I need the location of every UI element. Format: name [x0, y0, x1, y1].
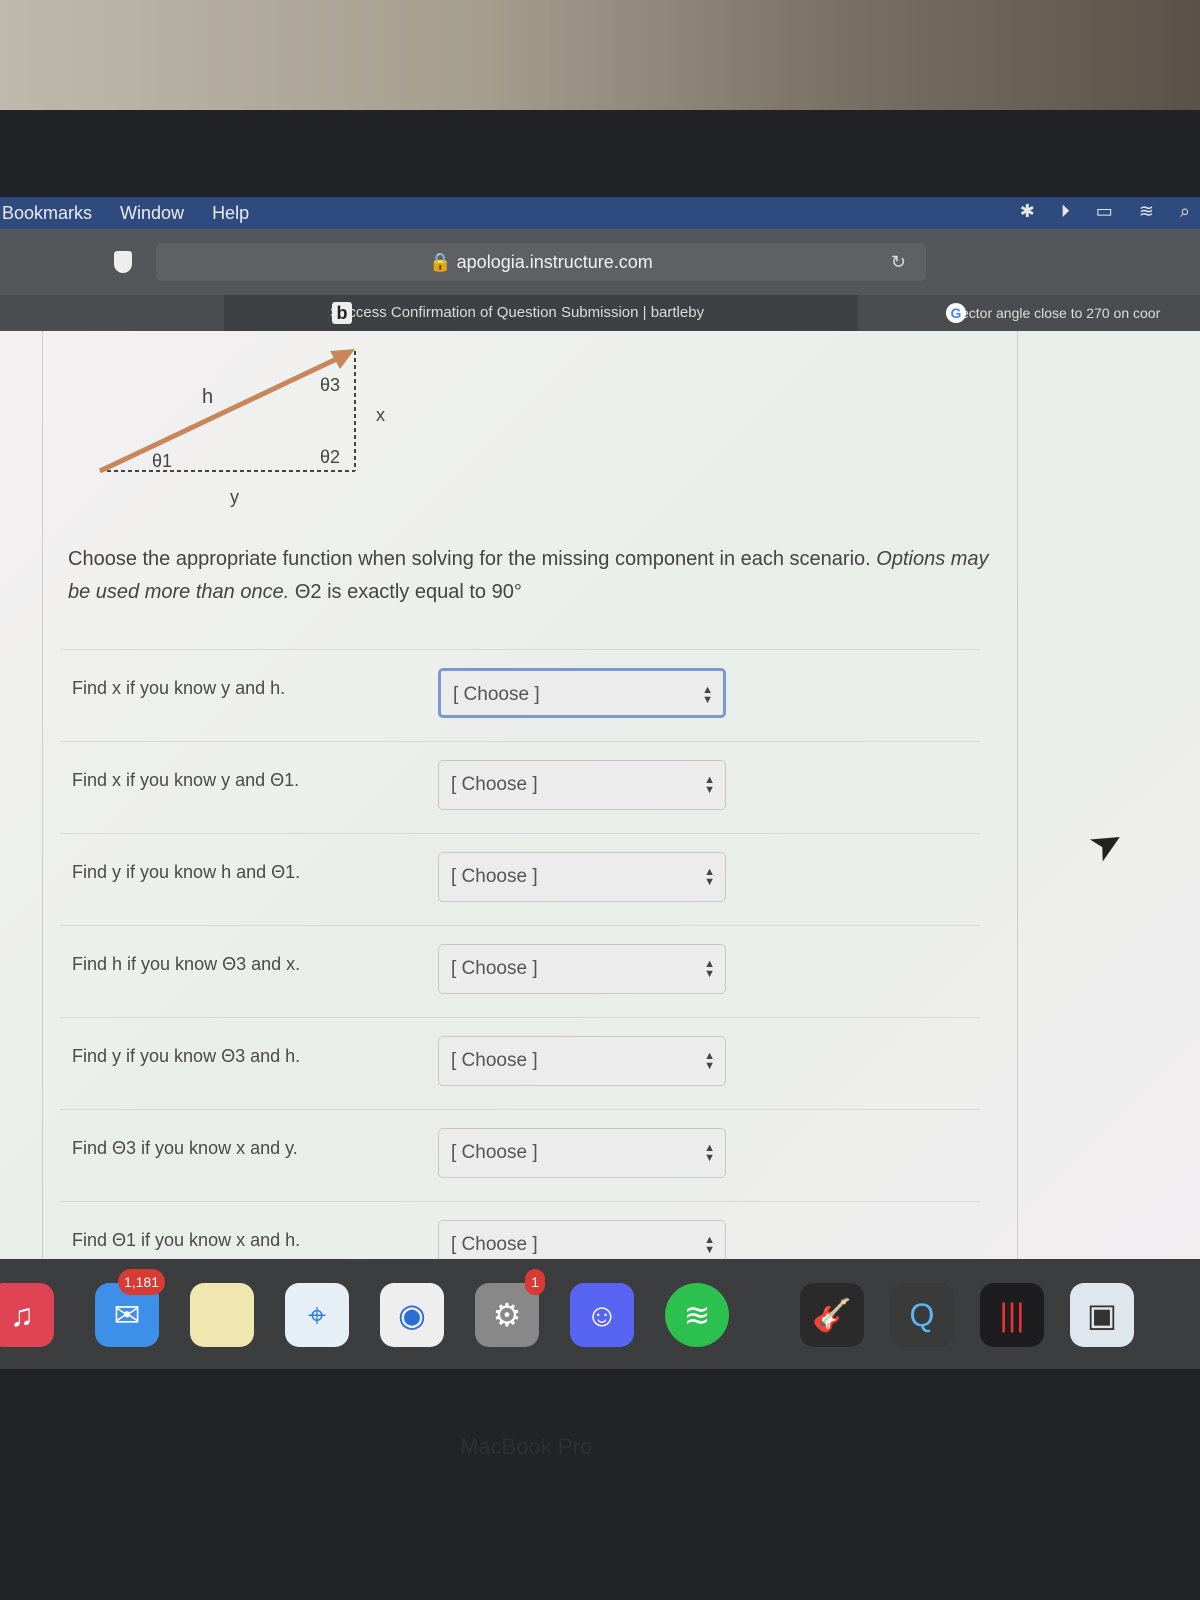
row-label: Find h if you know Θ3 and x. — [72, 954, 301, 974]
question-row: Find y if you know Θ3 and h. [ Choose ] ▲ ▼ — [60, 1017, 980, 1109]
select-value: [ Choose ] — [451, 958, 538, 979]
battery-icon[interactable]: ▭ — [1096, 201, 1113, 222]
select-arrows-icon: ▲ ▼ — [702, 684, 713, 706]
notes-app-icon[interactable] — [190, 1283, 254, 1347]
question-row: Find x if you know y and Θ1. [ Choose ] ▲ ▼ — [60, 741, 980, 833]
select-value: [ Choose ] — [451, 1142, 538, 1163]
mouse-pointer-icon: ➤ — [1081, 816, 1133, 872]
select-value: [ Choose ] — [451, 1234, 538, 1255]
label-x: x — [376, 405, 385, 425]
row-label: Find x if you know y and Θ1. — [72, 770, 300, 790]
label-y: y — [230, 487, 239, 507]
safari-app-icon[interactable]: ⌖ — [285, 1283, 349, 1347]
menu-help[interactable]: Help — [212, 203, 249, 224]
question-row: Find Θ3 if you know x and y. [ Choose ] ▲ ▼ — [60, 1109, 980, 1201]
label-theta1: θ1 — [152, 451, 172, 471]
mail-app-icon[interactable]: ✉ 1,181 — [95, 1269, 165, 1347]
reload-icon[interactable]: ↻ — [891, 243, 906, 281]
row-label: Find Θ1 if you know x and h. — [72, 1230, 301, 1250]
h-vector — [98, 352, 347, 474]
select-arrows-icon: ▲ ▼ — [704, 1142, 715, 1164]
select-value: [ Choose ] — [451, 774, 538, 795]
preview-app-icon[interactable]: ▣ — [1070, 1283, 1134, 1347]
menu-bookmarks[interactable]: Bookmarks — [2, 203, 92, 224]
url-text: apologia.instructure.com — [456, 252, 653, 272]
wifi-icon[interactable]: ≋ — [1139, 201, 1154, 222]
select-value: [ Choose ] — [451, 866, 538, 887]
question-row: Find h if you know Θ3 and x. [ Choose ] ▲ ▼ — [60, 925, 980, 1017]
divider — [1017, 331, 1018, 1259]
answer-select[interactable]: [ Choose ] ▲ ▼ — [438, 668, 726, 718]
tab-bar: Success Confirmation of Question Submiss… — [0, 295, 1200, 331]
address-bar[interactable]: 🔒 apologia.instructure.com ↻ — [156, 243, 926, 281]
shield-icon[interactable] — [114, 251, 132, 273]
answer-select[interactable]: [ Choose ] ▲ ▼ — [438, 1128, 726, 1178]
quicktime-app-icon[interactable]: Q — [890, 1283, 954, 1347]
discord-app-icon[interactable]: ☺ — [570, 1283, 634, 1347]
select-arrows-icon: ▲ ▼ — [704, 1234, 715, 1256]
select-arrows-icon: ▲ ▼ — [704, 774, 715, 796]
menu-bar: Bookmarks Window Help ✱ ⏵ ▭ ≋ ⌕ — [0, 197, 1200, 229]
select-arrows-icon: ▲ ▼ — [704, 1050, 715, 1072]
background-photo — [0, 0, 1200, 110]
google-icon: G — [946, 303, 966, 323]
row-label: Find x if you know y and h. — [72, 678, 286, 698]
answer-select[interactable]: [ Choose ] ▲ ▼ — [438, 944, 726, 994]
voice-memos-app-icon[interactable]: ||| — [980, 1283, 1044, 1347]
laptop-bezel: MacBook Pro — [0, 1369, 1200, 1600]
browser-toolbar: 🔒 apologia.instructure.com ↻ — [0, 229, 1200, 295]
dock: ♫ ✉ 1,181 ⌖ ◉ ⚙ 1 ☺ ≋ 🎸 Q ||| ▣ — [0, 1259, 1200, 1369]
select-value: [ Choose ] — [451, 1050, 538, 1071]
answer-select[interactable]: [ Choose ] ▲ ▼ — [438, 852, 726, 902]
answer-select[interactable]: [ Choose ] ▲ ▼ — [438, 760, 726, 810]
screen-bezel — [0, 110, 1200, 198]
select-arrows-icon: ▲ ▼ — [704, 866, 715, 888]
select-arrows-icon: ▲ ▼ — [704, 958, 715, 980]
garageband-app-icon[interactable]: 🎸 — [800, 1283, 864, 1347]
question-row: Find y if you know h and Θ1. [ Choose ] ▲ ▼ — [60, 833, 980, 925]
chrome-app-icon[interactable]: ◉ — [380, 1283, 444, 1347]
row-label: Find Θ3 if you know x and y. — [72, 1138, 298, 1158]
select-value: [ Choose ] — [453, 684, 540, 705]
question-row: Find x if you know y and h. [ Choose ] ▲ ▼ — [60, 649, 980, 741]
tab-bartleby[interactable]: Success Confirmation of Question Submiss… — [224, 295, 858, 331]
settings-badge: 1 — [525, 1269, 545, 1295]
music-app-icon[interactable]: ♫ — [0, 1283, 54, 1347]
menu-window[interactable]: Window — [120, 203, 184, 224]
mail-badge: 1,181 — [117, 1269, 165, 1295]
divider — [42, 331, 43, 1259]
system-settings-icon[interactable]: ⚙ 1 — [475, 1269, 545, 1347]
tab-title: vector angle close to 270 on coor — [954, 305, 1161, 321]
lock-icon: 🔒 — [429, 252, 452, 272]
search-icon[interactable]: ⌕ — [1180, 201, 1190, 222]
bartleby-icon: b — [332, 302, 352, 324]
label-theta2: θ2 — [320, 447, 340, 467]
tab-google[interactable]: vector angle close to 270 on coor — [858, 295, 1200, 331]
label-theta3: θ3 — [320, 375, 340, 395]
tab-title: Success Confirmation of Question Submiss… — [330, 304, 705, 321]
question-text: Choose the appropriate function when sol… — [68, 543, 998, 609]
bluetooth-icon[interactable]: ✱ — [1020, 201, 1035, 222]
triangle-diagram: h θ1 θ3 θ2 x y — [98, 349, 385, 507]
question-main: Choose the appropriate function when sol… — [68, 548, 871, 570]
row-label: Find y if you know h and Θ1. — [72, 862, 301, 882]
spotify-app-icon[interactable]: ≋ — [665, 1283, 729, 1347]
label-h: h — [202, 386, 213, 408]
page-content: h θ1 θ3 θ2 x y Choose the appropriate fu… — [0, 331, 1200, 1270]
row-label: Find y if you know Θ3 and h. — [72, 1046, 301, 1066]
play-icon[interactable]: ⏵ — [1061, 201, 1070, 222]
question-condition: Θ2 is exactly equal to 90° — [294, 581, 522, 603]
macbook-label: MacBook Pro — [460, 1434, 593, 1459]
answer-select[interactable]: [ Choose ] ▲ ▼ — [438, 1036, 726, 1086]
